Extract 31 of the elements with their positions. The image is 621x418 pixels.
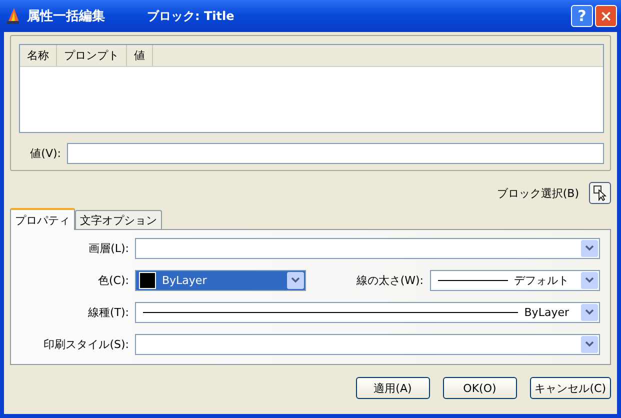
app-icon	[5, 7, 21, 25]
dialog-button[interactable]: OK(O)	[442, 377, 517, 399]
dropdown[interactable]: ByLayer	[135, 302, 600, 322]
dropdown-value: デフォルト	[514, 272, 569, 288]
value-label: 値(V):	[29, 146, 61, 161]
dropdown[interactable]	[135, 334, 600, 354]
dropdown-value: ByLayer	[524, 306, 569, 318]
field-label: 画層(L):	[88, 240, 129, 256]
window-title: 属性一括編集	[27, 8, 105, 25]
tab[interactable]: 文字オプション	[75, 210, 162, 229]
dialog-button[interactable]: 適用(A)	[356, 377, 430, 399]
field-label: 線の太さ(W):	[355, 272, 424, 288]
column-header[interactable]: プロンプト	[57, 45, 127, 66]
column-header[interactable]: 値	[127, 45, 153, 66]
dropdown[interactable]: デフォルト	[430, 270, 600, 290]
field-label: 色(C):	[97, 272, 129, 288]
block-name: ブロック: Title	[147, 8, 234, 24]
tab[interactable]: プロパティ	[10, 208, 75, 230]
dropdown[interactable]	[135, 238, 600, 258]
block-select-label: ブロック選択(B)	[496, 186, 579, 200]
dropdown-value: ByLayer	[162, 274, 207, 286]
close-button[interactable]: ×	[595, 5, 617, 27]
dropdown[interactable]: ByLayer	[135, 270, 306, 290]
column-header[interactable]: 名称	[20, 45, 57, 66]
select-block-button[interactable]	[589, 182, 611, 204]
value-field[interactable]	[67, 143, 604, 164]
field-label: 線種(T):	[86, 304, 129, 320]
help-button[interactable]: ?	[571, 5, 593, 27]
dialog-button[interactable]: キャンセル(C)	[530, 377, 611, 399]
cursor-icon	[593, 185, 607, 201]
field-label: 印刷スタイル(S):	[42, 336, 129, 352]
